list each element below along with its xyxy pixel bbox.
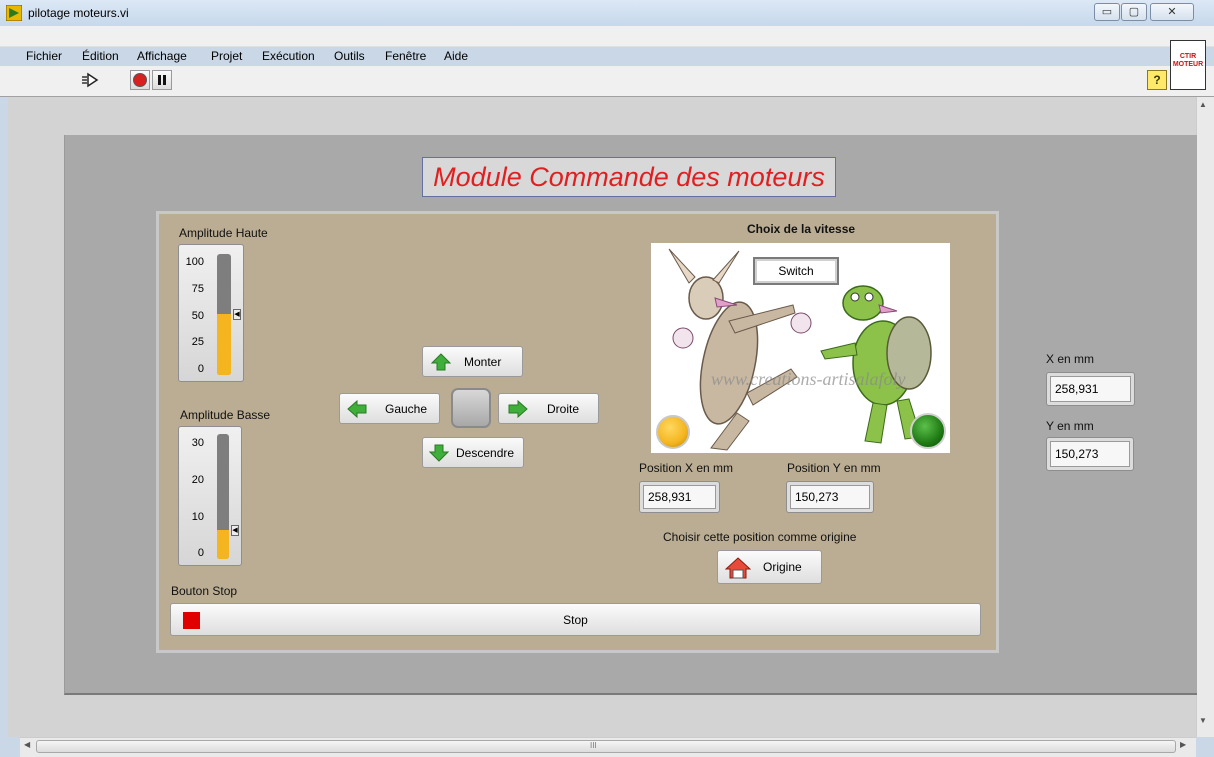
tick-label: 0 xyxy=(197,363,204,375)
x-mm-label: X en mm xyxy=(1046,352,1095,366)
tick-label: 10 xyxy=(191,511,204,523)
menu-fenetre[interactable]: Fenêtre xyxy=(385,49,426,63)
position-y-label: Position Y en mm xyxy=(787,461,881,475)
vertical-scrollbar[interactable] xyxy=(1196,97,1214,737)
droite-button[interactable]: Droite xyxy=(498,393,599,424)
descendre-label: Descendre xyxy=(456,445,515,460)
window-title: pilotage moteurs.vi xyxy=(28,6,129,20)
stop-label: Bouton Stop xyxy=(171,584,238,598)
slider-handle-icon[interactable]: ◀ xyxy=(231,525,239,536)
tick-label: 0 xyxy=(197,547,204,559)
menu-bar xyxy=(0,26,1214,47)
tick-label: 100 xyxy=(185,256,204,268)
amplitude-basse-label: Amplitude Basse xyxy=(180,408,271,422)
close-icon: ✕ xyxy=(1167,6,1177,18)
gauche-button[interactable]: Gauche xyxy=(339,393,440,424)
origin-instruction-label: Choisir cette position comme origine xyxy=(663,530,857,544)
slider-fill xyxy=(217,530,229,559)
slow-speed-led[interactable] xyxy=(656,415,690,449)
origine-label: Origine xyxy=(763,560,802,574)
monter-button[interactable]: Monter xyxy=(422,346,523,377)
position-y-indicator: 150,273 xyxy=(786,481,874,513)
menu-aide[interactable]: Aide xyxy=(444,49,468,63)
arrow-down-icon xyxy=(429,444,449,462)
switch-button[interactable]: Switch xyxy=(753,257,839,285)
y-mm-indicator: 150,273 xyxy=(1046,437,1134,471)
amplitude-haute-label: Amplitude Haute xyxy=(179,226,268,240)
abort-stop-icon xyxy=(133,73,147,87)
arrow-up-icon xyxy=(431,353,451,371)
position-x-value: 258,931 xyxy=(643,485,716,509)
y-mm-label: Y en mm xyxy=(1046,419,1094,433)
scroll-grip-icon: III xyxy=(590,741,597,750)
pause-button[interactable] xyxy=(152,70,172,90)
scroll-up-icon[interactable]: ▲ xyxy=(1199,100,1207,109)
scroll-down-icon[interactable]: ▼ xyxy=(1199,716,1207,725)
run-button[interactable] xyxy=(80,70,100,90)
toolbar xyxy=(0,66,1214,97)
tick-label: 50 xyxy=(191,310,204,322)
maximize-icon: ▢ xyxy=(1128,6,1140,18)
position-x-indicator: 258,931 xyxy=(639,481,720,513)
scroll-left-icon[interactable]: ◀ xyxy=(24,740,30,749)
x-mm-value: 258,931 xyxy=(1050,376,1131,402)
pause-icon xyxy=(158,75,166,85)
menu-fichier[interactable]: Fichier xyxy=(26,49,62,63)
menu-outils[interactable]: Outils xyxy=(334,49,365,63)
minimize-button[interactable]: ▭ xyxy=(1094,3,1120,21)
labview-vi-icon xyxy=(6,5,22,21)
help-button[interactable]: ? xyxy=(1147,70,1167,90)
close-button[interactable]: ✕ xyxy=(1150,3,1194,21)
droite-label: Droite xyxy=(547,401,580,416)
menu-projet[interactable]: Projet xyxy=(211,49,242,63)
center-button[interactable] xyxy=(451,388,491,428)
menu-affichage[interactable]: Affichage xyxy=(137,49,187,63)
monter-label: Monter xyxy=(464,354,502,369)
gauche-label: Gauche xyxy=(385,401,428,416)
tick-label: 25 xyxy=(191,336,204,348)
tick-label: 20 xyxy=(191,474,204,486)
page-title: Module Commande des moteurs xyxy=(422,157,836,197)
menu-edition[interactable]: Édition xyxy=(82,49,119,63)
picture-watermark: www.creations-artisalafoly xyxy=(711,369,906,389)
vi-connector-icon[interactable]: CTIR MOTEUR xyxy=(1170,40,1206,90)
menu-execution[interactable]: Exécution xyxy=(262,49,315,63)
run-arrow-icon xyxy=(82,72,99,88)
x-mm-indicator: 258,931 xyxy=(1046,372,1135,406)
slider-fill xyxy=(217,314,231,375)
arrow-left-icon xyxy=(347,399,367,419)
title-bar xyxy=(0,0,1214,26)
minimize-icon: ▭ xyxy=(1101,6,1113,18)
position-y-value: 150,273 xyxy=(790,485,870,509)
speed-choice-label: Choix de la vitesse xyxy=(747,222,856,236)
origine-button[interactable]: Origine xyxy=(717,550,822,584)
stop-button-label: Stop xyxy=(563,612,588,627)
horizontal-scroll-thumb[interactable] xyxy=(36,740,1176,753)
slider-handle-icon[interactable]: ◀ xyxy=(233,309,241,320)
descendre-button[interactable]: Descendre xyxy=(422,437,524,468)
tick-label: 30 xyxy=(191,437,204,449)
y-mm-value: 150,273 xyxy=(1050,441,1130,467)
position-x-label: Position X en mm xyxy=(639,461,734,475)
home-icon xyxy=(725,557,751,579)
tick-label: 75 xyxy=(191,283,204,295)
scroll-right-icon[interactable]: ▶ xyxy=(1180,740,1186,749)
maximize-button[interactable]: ▢ xyxy=(1121,3,1147,21)
arrow-right-icon xyxy=(508,399,528,419)
fast-speed-led[interactable] xyxy=(910,413,946,449)
abort-button[interactable] xyxy=(130,70,150,90)
stop-button[interactable]: Stop xyxy=(170,603,981,636)
